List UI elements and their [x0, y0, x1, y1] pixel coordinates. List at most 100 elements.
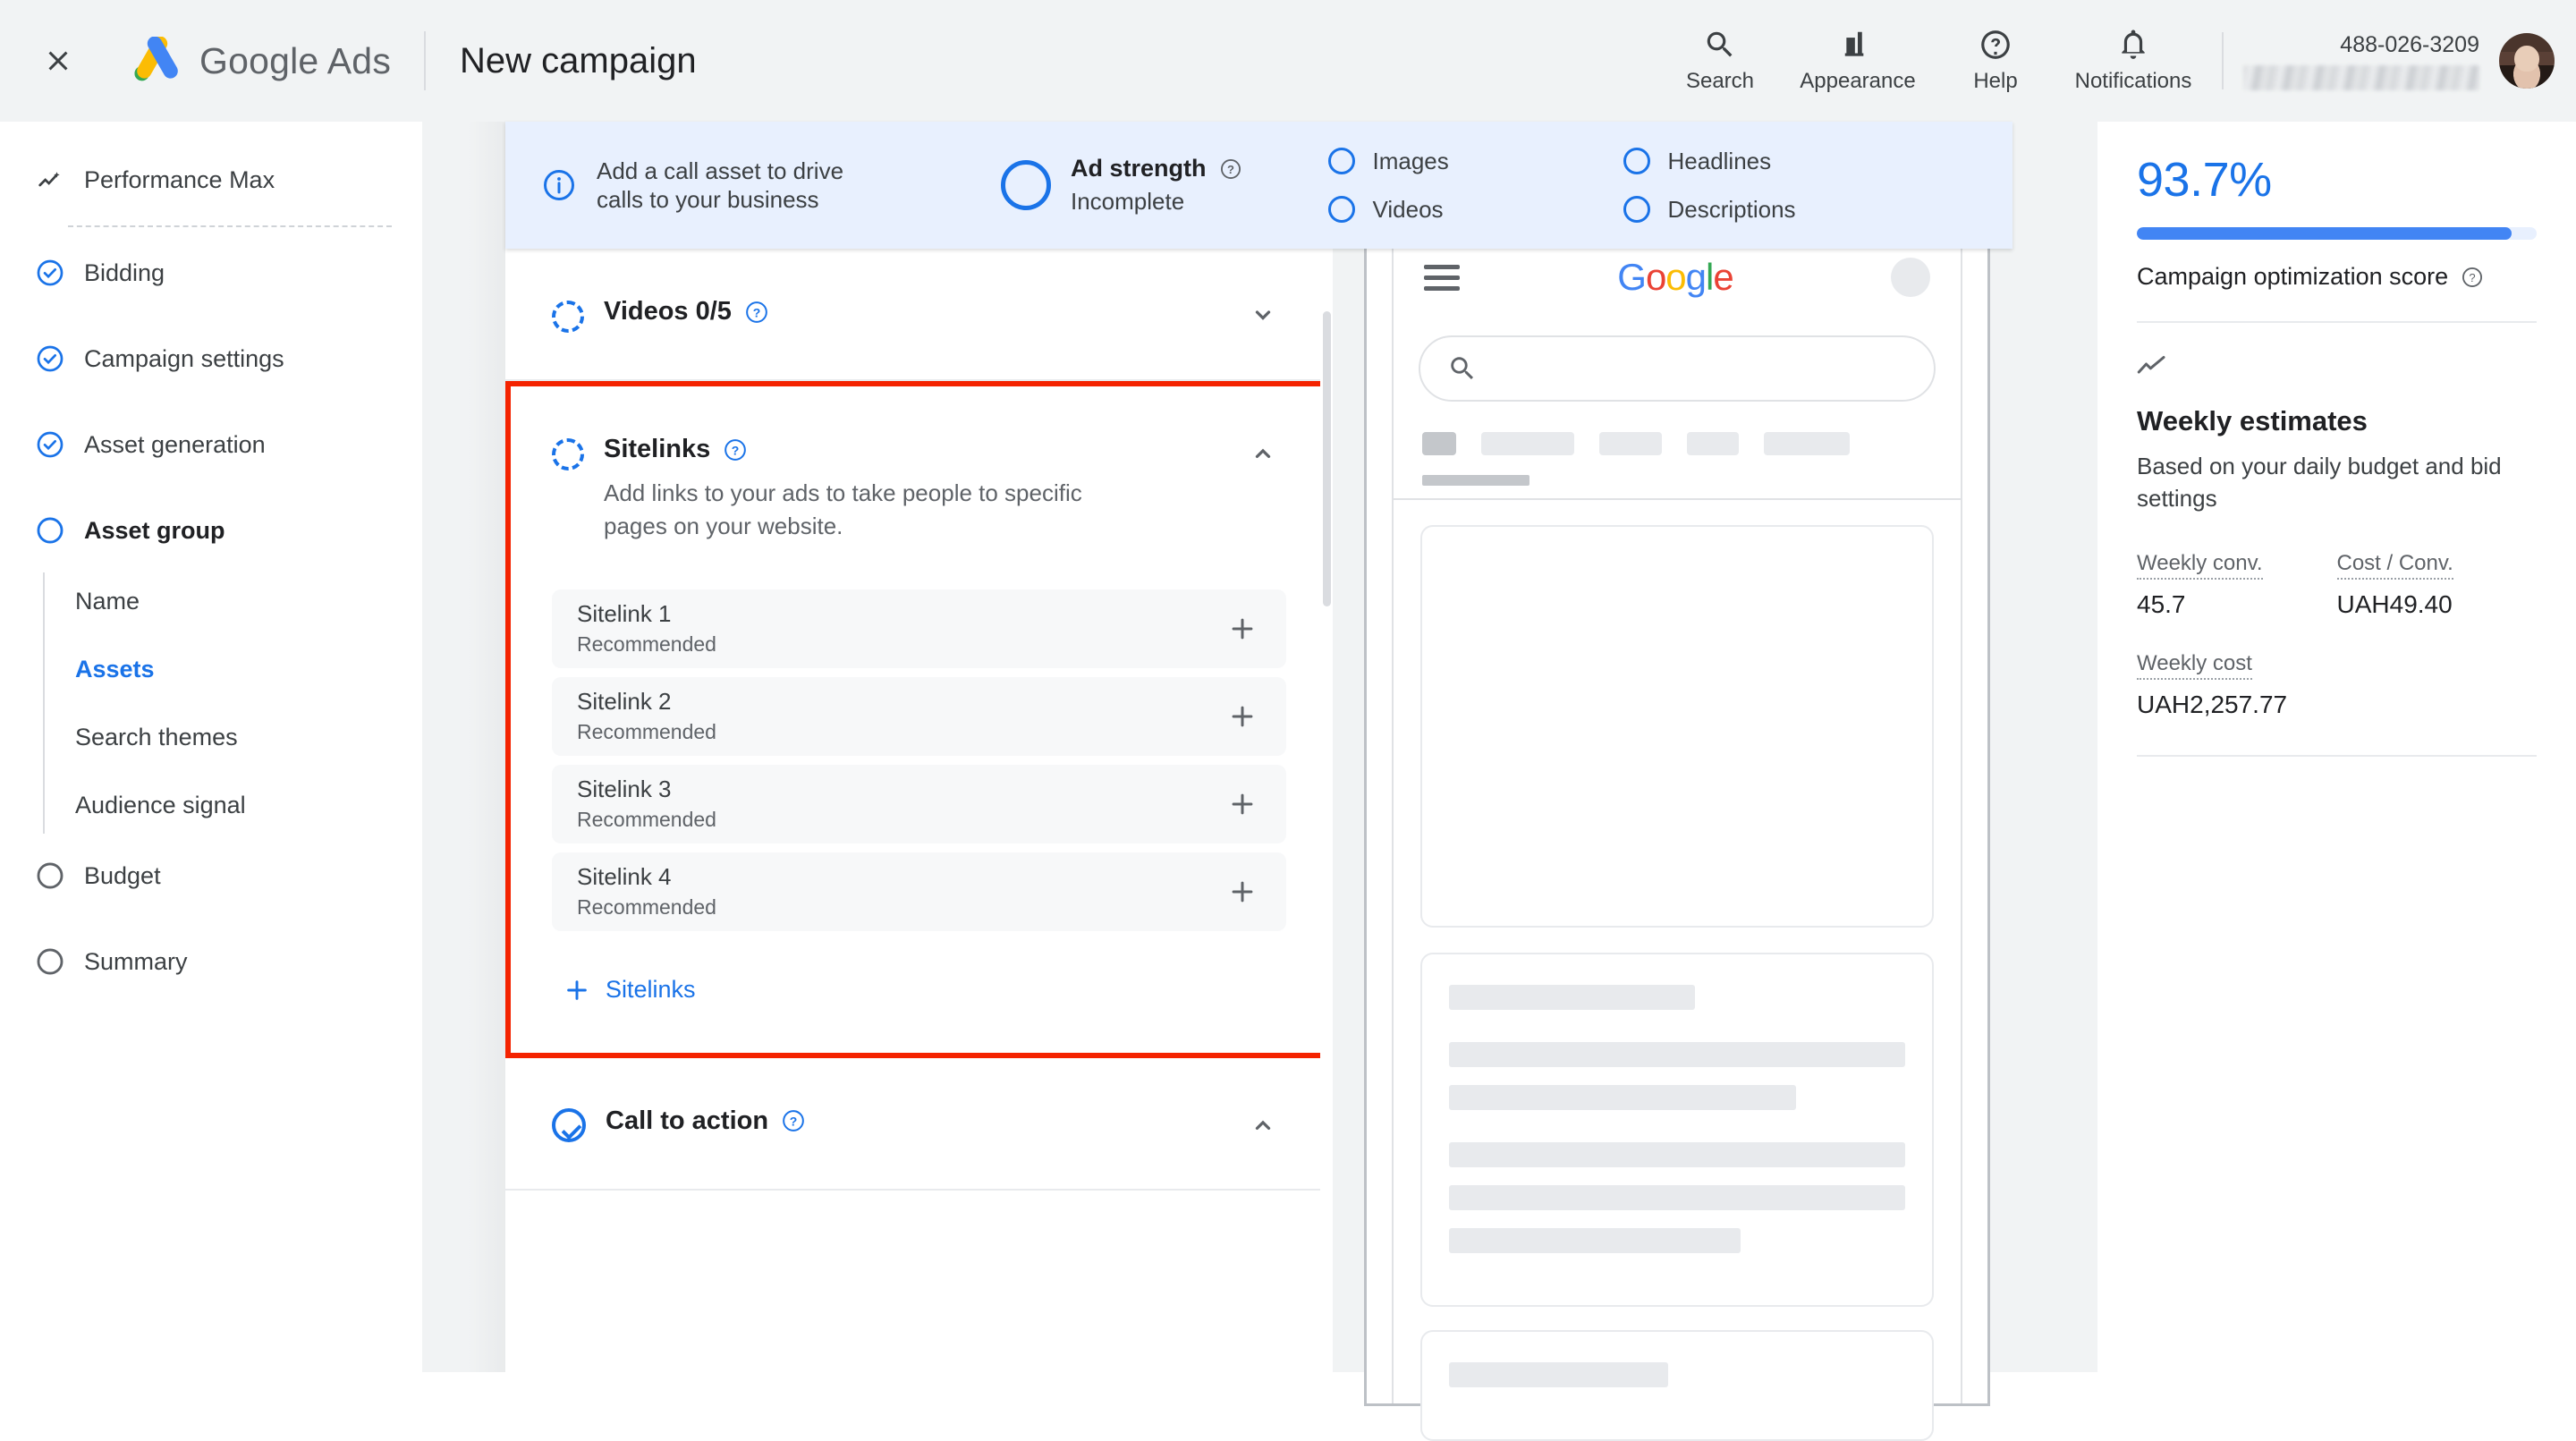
assets-scroll-content[interactable]: Videos 0/5 ? Sitelinks ? Add links to yo…: [505, 249, 1333, 1372]
performance-icon: [30, 165, 70, 194]
divider: [2137, 754, 2537, 757]
sitelink-status: Recommended: [577, 720, 716, 744]
add-sitelink-button[interactable]: [1222, 784, 1263, 825]
brand-wordmark: Google Ads: [199, 40, 391, 82]
checklist-item-headlines[interactable]: Headlines: [1623, 137, 1919, 185]
table-row[interactable]: Sitelink 4 Recommended: [552, 852, 1286, 931]
svg-text:?: ?: [790, 1115, 798, 1129]
videos-section-title-row: Videos 0/5 ?: [604, 297, 1240, 326]
checklist-item-images[interactable]: Images: [1327, 137, 1623, 185]
help-icon[interactable]: ?: [2461, 266, 2484, 289]
sidebar-item-budget[interactable]: Budget: [0, 852, 422, 900]
sitelink-status: Recommended: [577, 632, 716, 657]
search-icon: [1447, 353, 1478, 384]
ad-strength-texts: Ad strength ? Incomplete: [1071, 155, 1242, 216]
close-icon: [42, 45, 74, 77]
sidebar-item-bidding[interactable]: Bidding: [0, 249, 422, 297]
panel-gutter: [422, 122, 505, 1372]
help-button[interactable]: Help: [1927, 28, 2064, 94]
scrollbar-thumb[interactable]: [1323, 311, 1331, 606]
help-icon[interactable]: ?: [781, 1108, 806, 1133]
help-icon[interactable]: ?: [1219, 157, 1242, 181]
sidebar-item-asset-group[interactable]: Asset group: [0, 506, 422, 555]
sidebar-subitem-assets[interactable]: Assets: [75, 635, 422, 703]
sidebar-subitem-search-themes[interactable]: Search themes: [75, 703, 422, 771]
google-ads-brand[interactable]: Google Ads: [131, 37, 391, 85]
sidebar-item-summary[interactable]: Summary: [0, 937, 422, 986]
sitelink-status: Recommended: [577, 895, 716, 920]
skeleton-bar: [1449, 1085, 1796, 1110]
sitelinks-title-wrap: Sitelinks ? Add links to your ads to tak…: [604, 435, 1240, 543]
sitelinks-section-title: Sitelinks: [604, 435, 711, 463]
page-title: New campaign: [460, 40, 697, 81]
sidebar-item-campaign-settings[interactable]: Campaign settings: [0, 335, 422, 383]
sitelinks-section-description: Add links to your ads to take people to …: [604, 479, 1082, 539]
metric-label[interactable]: Weekly conv.: [2137, 551, 2263, 580]
weekly-estimates-title: Weekly estimates: [2137, 405, 2368, 437]
videos-section-header[interactable]: Videos 0/5 ?: [552, 249, 1286, 379]
videos-title-wrap: Videos 0/5 ?: [604, 297, 1240, 326]
asset-checklist-column-left: Images Videos: [1327, 137, 1623, 233]
preview-divider: [1394, 498, 1961, 500]
call-asset-suggestion[interactable]: Add a call asset to drive calls to your …: [541, 157, 970, 215]
metric-label[interactable]: Cost / Conv.: [2336, 551, 2453, 580]
brand-ads-text: Ads: [326, 39, 392, 81]
sidebar-item-asset-generation[interactable]: Asset generation: [0, 420, 422, 469]
table-row[interactable]: Sitelink 2 Recommended: [552, 676, 1286, 756]
account-info[interactable]: 488-026-3209: [2243, 32, 2479, 90]
close-button[interactable]: [33, 36, 83, 86]
checklist-item-label: Descriptions: [1667, 195, 1796, 223]
preview-skeleton-card: [1420, 953, 1934, 1307]
preview-tab-placeholders: [1394, 402, 1961, 455]
notifications-button[interactable]: Notifications: [2064, 28, 2202, 94]
add-sitelinks-link[interactable]: Sitelinks: [552, 944, 1286, 1053]
collapse-cta-chevron-up-icon[interactable]: [1240, 1110, 1286, 1140]
collapse-sitelinks-chevron-up-icon[interactable]: [1240, 438, 1286, 469]
expand-videos-chevron-down-icon[interactable]: [1240, 301, 1286, 331]
ad-strength-ring-icon: [1001, 160, 1051, 210]
sidebar-item-performance-max[interactable]: Performance Max: [0, 156, 422, 204]
help-icon[interactable]: ?: [744, 300, 769, 325]
avatar[interactable]: [2499, 33, 2555, 89]
hamburger-icon[interactable]: [1424, 259, 1460, 297]
checklist-item-descriptions[interactable]: Descriptions: [1623, 185, 1919, 233]
skeleton-bar: [1449, 1185, 1905, 1210]
call-to-action-section-header[interactable]: Call to action ?: [552, 1058, 1286, 1189]
account-divider: [2222, 32, 2224, 89]
header-divider: [424, 31, 427, 90]
call-to-action-section: Call to action ?: [505, 1058, 1333, 1191]
appearance-button[interactable]: Appearance: [1789, 28, 1927, 94]
table-row[interactable]: Sitelink 3 Recommended: [552, 764, 1286, 843]
info-icon: [541, 167, 577, 203]
scrollbar[interactable]: [1320, 249, 1333, 1372]
metric-label[interactable]: Weekly cost: [2137, 651, 2252, 680]
search-button[interactable]: Search: [1651, 28, 1789, 94]
help-button-label: Help: [1973, 69, 2018, 93]
sidebar-subitem-name[interactable]: Name: [75, 567, 422, 635]
help-icon[interactable]: ?: [723, 437, 748, 462]
call-asset-line-1: Add a call asset to drive: [597, 157, 844, 184]
metric-value: UAH2,257.77: [2137, 690, 2288, 718]
help-icon: [1979, 28, 2012, 62]
sitelink-name: Sitelink 4: [577, 863, 672, 891]
brand-google-text: Google: [199, 39, 319, 81]
preview-avatar: [1891, 258, 1930, 297]
skeleton-bar: [1449, 1228, 1741, 1253]
sitelinks-section: Sitelinks ? Add links to your ads to tak…: [505, 381, 1333, 1058]
search-button-label: Search: [1685, 69, 1755, 93]
add-sitelink-button[interactable]: [1222, 608, 1263, 649]
sitelinks-section-header[interactable]: Sitelinks ? Add links to your ads to tak…: [552, 386, 1286, 589]
sidebar-item-label: Asset generation: [84, 430, 266, 458]
add-sitelink-button[interactable]: [1222, 696, 1263, 737]
bell-icon: [2116, 28, 2150, 62]
weekly-estimates-subtitle: Based on your daily budget and bid setti…: [2137, 453, 2502, 513]
appearance-icon: [1841, 28, 1875, 62]
checklist-item-videos[interactable]: Videos: [1327, 185, 1623, 233]
sidebar-subitem-audience-signal[interactable]: Audience signal: [75, 771, 422, 839]
circle-outline-icon: [1327, 196, 1355, 223]
table-row[interactable]: Sitelink 1 Recommended: [552, 589, 1286, 668]
campaign-steps-sidebar: Performance Max Bidding Campaign setting…: [0, 122, 422, 1372]
add-sitelink-button[interactable]: [1222, 871, 1263, 912]
